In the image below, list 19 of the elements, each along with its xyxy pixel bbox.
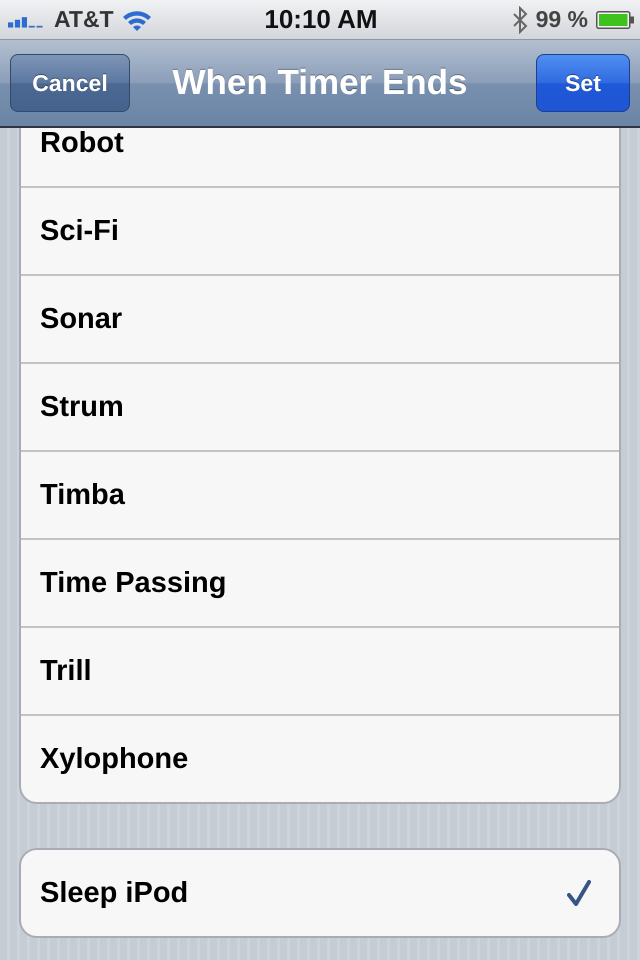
wifi-icon xyxy=(122,8,152,30)
cancel-button[interactable]: Cancel xyxy=(10,54,130,112)
sound-option[interactable]: Robot xyxy=(21,128,619,188)
sound-option[interactable]: Timba xyxy=(21,452,619,540)
set-button[interactable]: Set xyxy=(536,54,630,112)
sound-option[interactable]: Xylophone xyxy=(21,716,619,802)
battery-percent: 99 % xyxy=(536,6,588,33)
sleep-option[interactable]: Sleep iPod xyxy=(21,850,619,936)
battery-icon xyxy=(596,10,634,28)
checkmark-icon xyxy=(567,880,591,906)
sound-option[interactable]: Trill xyxy=(21,628,619,716)
sound-option[interactable]: Strum xyxy=(21,364,619,452)
sound-option[interactable]: Time Passing xyxy=(21,540,619,628)
clock-time: 10:10 AM xyxy=(264,4,378,35)
screen-title: When Timer Ends xyxy=(172,63,468,103)
bluetooth-icon xyxy=(512,6,528,34)
sound-option[interactable]: Sonar xyxy=(21,276,619,364)
sound-option[interactable]: Sci-Fi xyxy=(21,188,619,276)
carrier-name: AT&T xyxy=(54,6,114,33)
